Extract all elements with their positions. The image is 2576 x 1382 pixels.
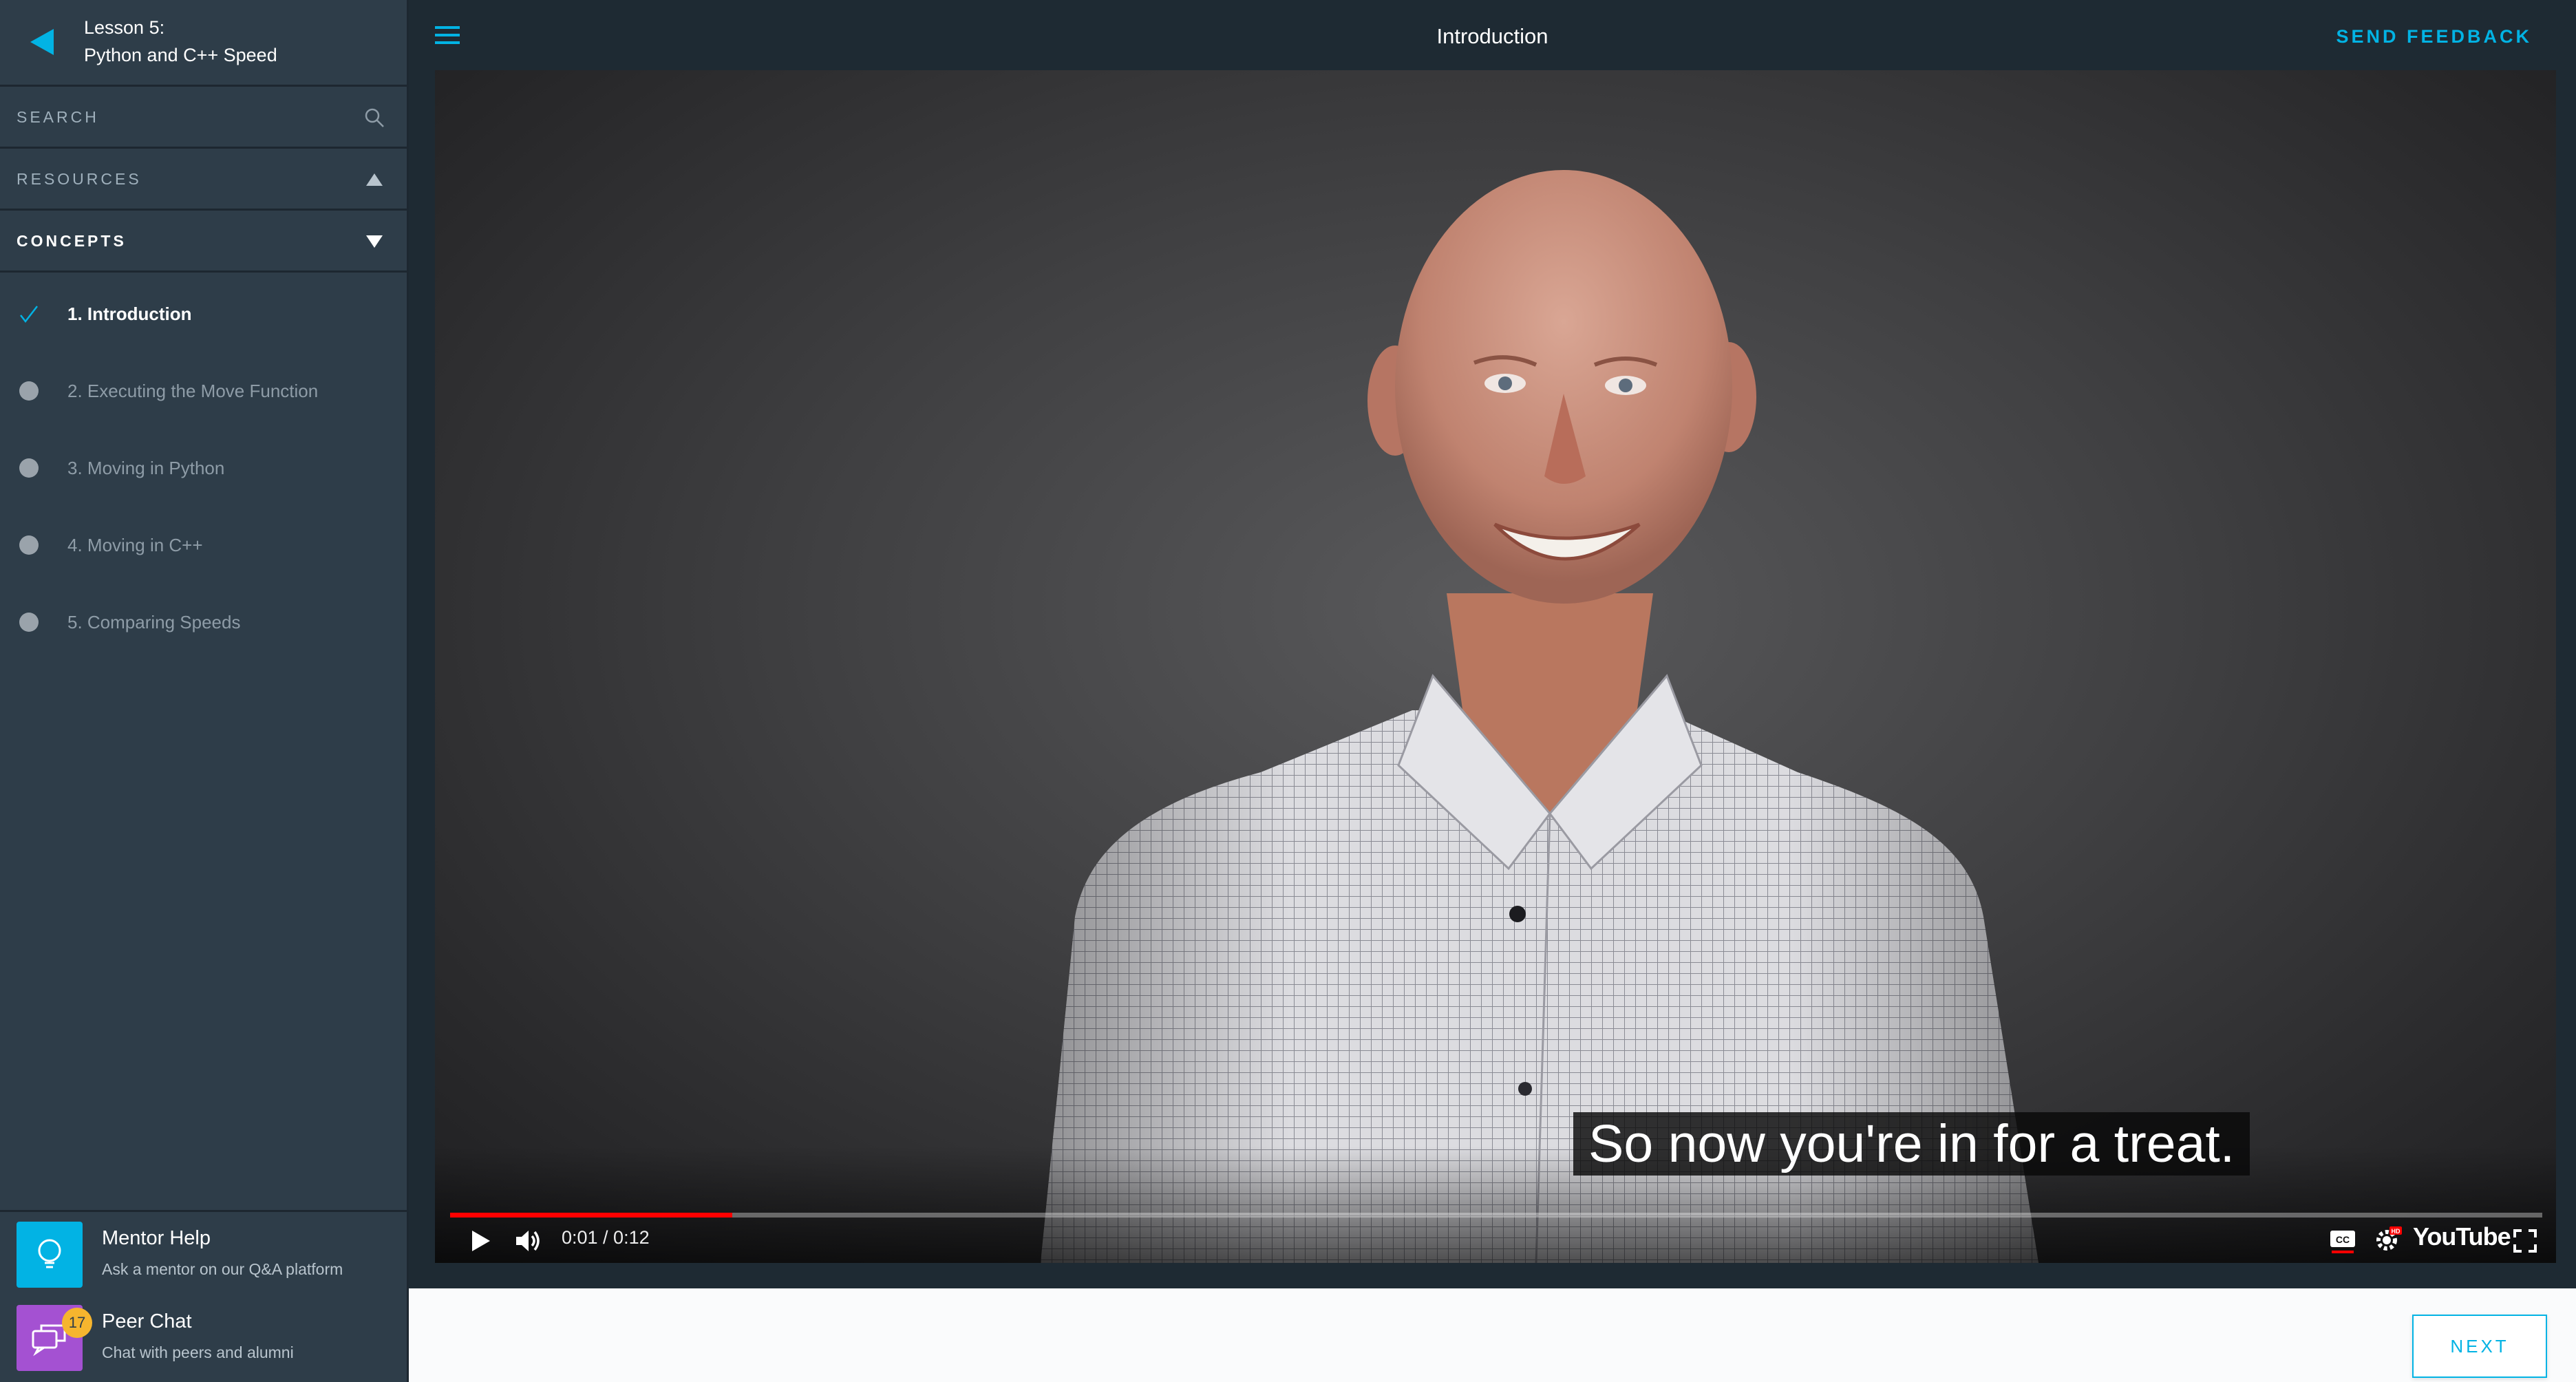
send-feedback-link[interactable]: SEND FEEDBACK bbox=[2336, 0, 2532, 73]
concept-label: 4. Moving in C++ bbox=[67, 535, 203, 555]
lesson-title: Lesson 5: Python and C++ Speed bbox=[84, 14, 277, 69]
concept-item-introduction[interactable]: 1. Introduction bbox=[0, 275, 407, 352]
concept-label: 3. Moving in Python bbox=[67, 458, 225, 478]
video-progress-bar[interactable] bbox=[450, 1213, 2542, 1218]
mentor-help-subtitle: Ask a mentor on our Q&A platform bbox=[102, 1260, 343, 1278]
unread-badge: 17 bbox=[62, 1308, 92, 1338]
play-icon[interactable] bbox=[471, 1229, 491, 1253]
chevron-up-icon[interactable] bbox=[364, 169, 385, 190]
lesson-number: Lesson 5: bbox=[84, 17, 165, 38]
presenter-video-frame bbox=[1041, 170, 2039, 1263]
incomplete-dot-icon bbox=[19, 613, 39, 632]
page-title: Introduction bbox=[1436, 24, 1548, 48]
fullscreen-icon[interactable] bbox=[2513, 1229, 2537, 1253]
resources-label: RESOURCES bbox=[17, 170, 142, 188]
peer-chat-card[interactable]: 17 Peer Chat Chat with peers and alumni bbox=[0, 1295, 407, 1381]
incomplete-dot-icon bbox=[19, 535, 39, 555]
mentor-help-title: Mentor Help bbox=[102, 1227, 211, 1249]
checkmark-icon bbox=[20, 306, 38, 323]
concept-item-comparing-speeds[interactable]: 5. Comparing Speeds bbox=[0, 584, 407, 661]
footer: NEXT bbox=[409, 1288, 2576, 1382]
concepts-section-toggle[interactable]: CONCEPTS bbox=[0, 211, 407, 273]
incomplete-dot-icon bbox=[19, 381, 39, 401]
back-arrow-icon[interactable] bbox=[25, 25, 59, 59]
resources-section-toggle[interactable]: RESOURCES bbox=[0, 149, 407, 211]
search-label: SEARCH bbox=[17, 108, 99, 126]
video-area: So now you're in for a treat. 0:01 / 0:1… bbox=[409, 70, 2576, 1288]
lightbulb-icon bbox=[17, 1222, 83, 1288]
svg-text:CC: CC bbox=[2336, 1234, 2350, 1245]
search-input[interactable]: SEARCH bbox=[0, 87, 407, 149]
mentor-help-card[interactable]: Mentor Help Ask a mentor on our Q&A plat… bbox=[0, 1210, 407, 1295]
next-button[interactable]: NEXT bbox=[2412, 1315, 2547, 1378]
volume-icon[interactable] bbox=[515, 1228, 542, 1254]
settings-gear-icon[interactable]: HD bbox=[2373, 1225, 2403, 1253]
concept-label: 1. Introduction bbox=[67, 304, 192, 324]
top-bar: Introduction SEND FEEDBACK bbox=[409, 0, 2576, 70]
video-player[interactable]: So now you're in for a treat. 0:01 / 0:1… bbox=[435, 70, 2556, 1263]
search-icon[interactable] bbox=[364, 107, 385, 128]
concepts-label: CONCEPTS bbox=[17, 232, 127, 250]
svg-text:HD: HD bbox=[2392, 1228, 2401, 1235]
lesson-header: Lesson 5: Python and C++ Speed bbox=[0, 0, 407, 87]
video-time: 0:01 / 0:12 bbox=[562, 1227, 650, 1248]
caption-text: So now you're in for a treat. bbox=[1573, 1112, 2250, 1176]
lesson-name: Python and C++ Speed bbox=[84, 45, 277, 65]
incomplete-dot-icon bbox=[19, 458, 39, 478]
closed-captions-icon[interactable]: CC bbox=[2329, 1229, 2356, 1254]
video-progress-fill bbox=[450, 1213, 733, 1218]
concept-label: 2. Executing the Move Function bbox=[67, 381, 319, 401]
concept-item-executing-move[interactable]: 2. Executing the Move Function bbox=[0, 352, 407, 429]
concept-item-moving-cpp[interactable]: 4. Moving in C++ bbox=[0, 507, 407, 584]
sidebar: Lesson 5: Python and C++ Speed SEARCH RE… bbox=[0, 0, 409, 1382]
chevron-down-icon[interactable] bbox=[364, 231, 385, 252]
youtube-logo[interactable]: YouTube bbox=[2413, 1222, 2511, 1251]
concept-item-moving-python[interactable]: 3. Moving in Python bbox=[0, 429, 407, 507]
concept-label: 5. Comparing Speeds bbox=[67, 612, 241, 632]
peer-chat-subtitle: Chat with peers and alumni bbox=[102, 1343, 294, 1361]
peer-chat-title: Peer Chat bbox=[102, 1310, 192, 1332]
